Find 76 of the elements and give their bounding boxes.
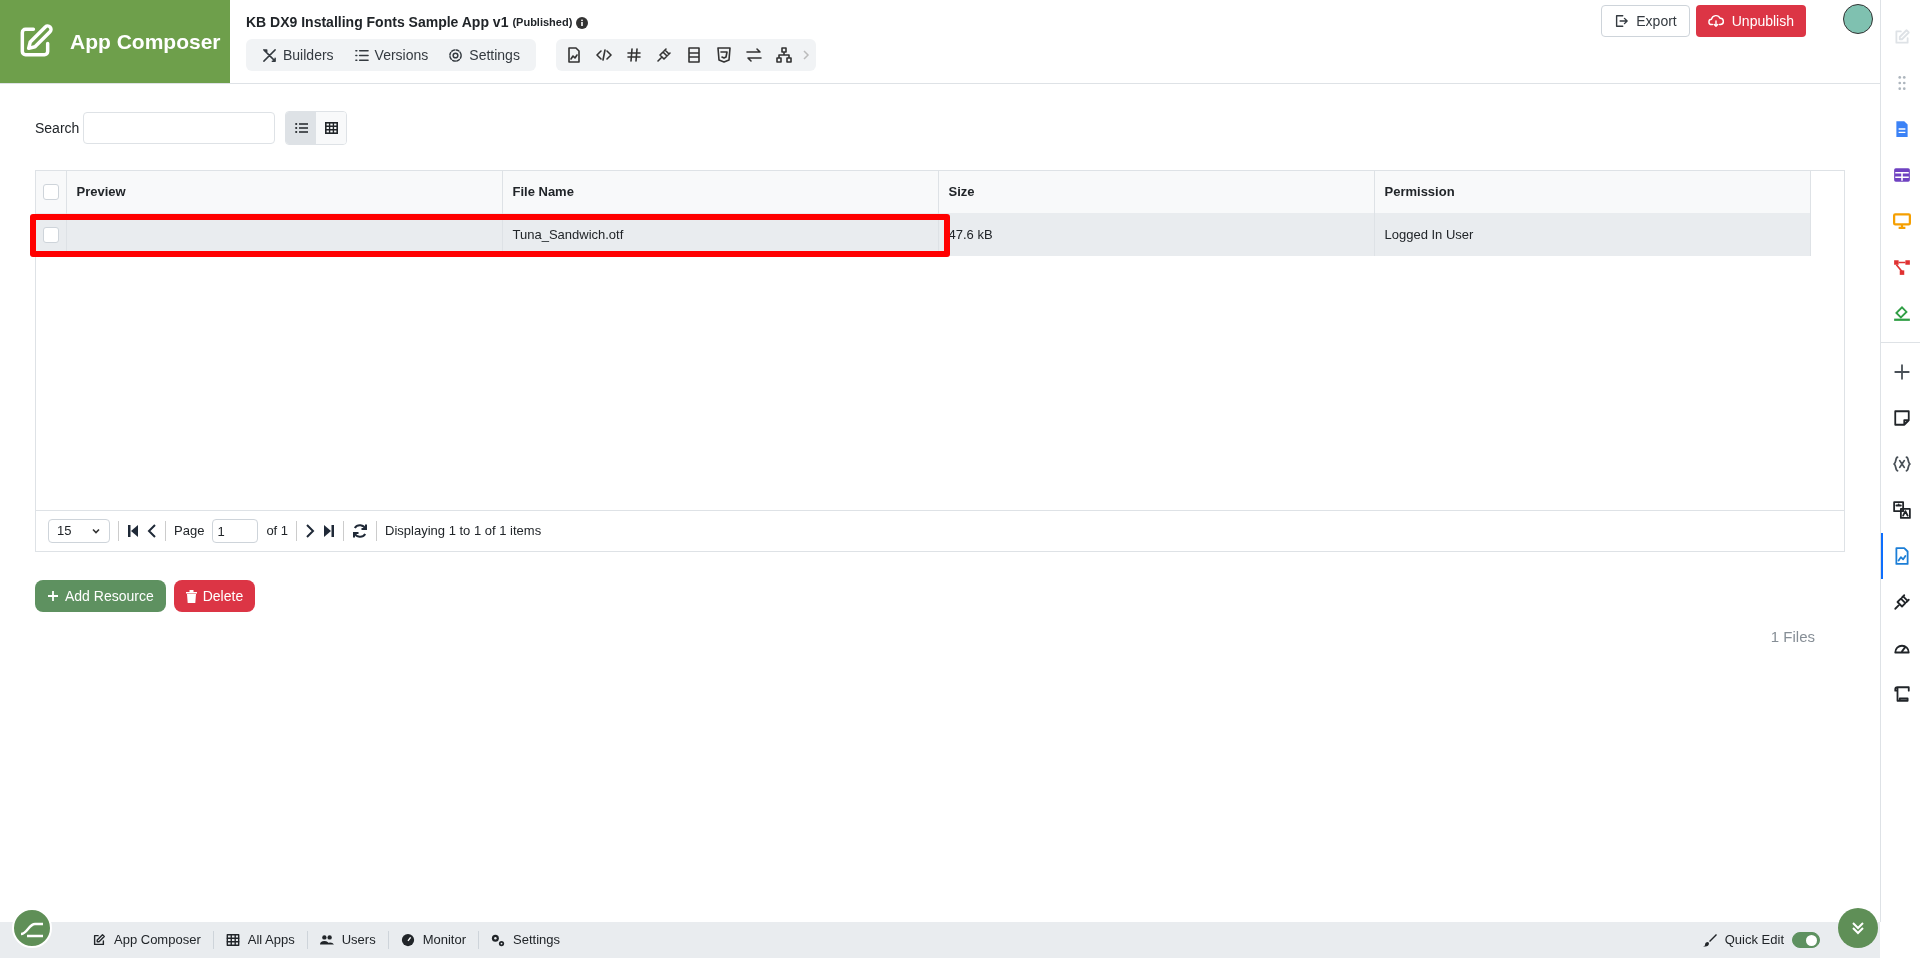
table-icon: [1892, 166, 1911, 184]
list-icon: [294, 122, 308, 134]
rows-icon[interactable]: [685, 47, 702, 63]
hash-icon[interactable]: [625, 47, 642, 63]
edit-icon: [92, 933, 106, 947]
app-name: KB DX9 Installing Fonts Sample App v1: [246, 13, 509, 32]
scroll-down-button[interactable]: [1838, 908, 1878, 948]
bottom-nav-item[interactable]: Settings: [479, 930, 572, 950]
bottom-nav-item[interactable]: Users: [307, 930, 388, 950]
settings-icon: [448, 47, 464, 63]
info-icon[interactable]: [576, 16, 589, 29]
variable-icon: [1892, 455, 1911, 473]
publish-status: (Published): [512, 15, 573, 31]
file-chart-icon[interactable]: [565, 47, 582, 63]
quick-edit-label: Quick Edit: [1724, 931, 1784, 950]
logo-icon[interactable]: [12, 908, 52, 948]
checkbox[interactable]: [43, 226, 59, 243]
delete-button[interactable]: Delete: [173, 580, 256, 612]
page-label: Page: [174, 522, 205, 541]
search-field[interactable]: [83, 112, 276, 144]
list-view-button[interactable]: [286, 112, 317, 144]
plug-icon[interactable]: [655, 47, 672, 63]
monitor-icon: [1892, 212, 1911, 230]
previous-page-icon[interactable]: [147, 524, 157, 538]
app-title: App Composer: [70, 28, 221, 55]
page-number-field[interactable]: 1: [212, 519, 259, 543]
scroll-icon: [1892, 685, 1911, 703]
export-button[interactable]: Export: [1601, 5, 1690, 37]
list-icon: [353, 47, 369, 63]
search-label: Search: [35, 118, 80, 138]
add-resource-button[interactable]: Add Resource: [35, 580, 166, 612]
first-page-icon[interactable]: [127, 524, 139, 538]
gauge-icon: [400, 933, 415, 947]
edit-icon: [1892, 28, 1911, 46]
html-icon[interactable]: [715, 47, 732, 63]
plus-icon: [47, 590, 59, 602]
grid-view-button[interactable]: [316, 112, 347, 144]
plug-icon: [1892, 593, 1911, 611]
pagination-summary: Displaying 1 to 1 of 1 items: [385, 522, 542, 541]
sitemap-icon[interactable]: [775, 47, 792, 63]
bottom-nav-item[interactable]: Monitor: [388, 930, 478, 950]
cloud-icon: [1707, 14, 1724, 28]
code-icon[interactable]: [595, 47, 612, 63]
nav-tab[interactable]: Builders: [254, 44, 342, 66]
trash-icon: [185, 589, 197, 603]
double-chevron-down-icon: [1851, 921, 1865, 935]
refresh-icon[interactable]: [352, 523, 369, 539]
table-cell: 47.6 kB: [938, 213, 1374, 256]
table-cell: Logged In User: [1374, 213, 1810, 256]
paint-bucket-icon: [1892, 304, 1911, 322]
grid-icon: [225, 933, 240, 947]
bottom-nav-item[interactable]: All Apps: [213, 930, 307, 950]
grid-icon: [324, 122, 338, 134]
users-icon: [319, 933, 334, 947]
flowchart-icon: [1892, 258, 1911, 276]
last-page-icon[interactable]: [323, 524, 336, 538]
sticky-note-icon: [1892, 409, 1911, 427]
tools-icon: [262, 47, 277, 63]
nav-tab[interactable]: Versions: [345, 44, 437, 66]
file-count: 1 Files: [1770, 627, 1815, 647]
brush-icon: [1702, 933, 1717, 947]
next-page-icon[interactable]: [305, 524, 316, 538]
translate-icon: [1892, 501, 1911, 519]
file-chart-icon: [1892, 547, 1911, 565]
nav-tab[interactable]: Settings: [440, 44, 528, 66]
page-size-select[interactable]: 15: [48, 519, 110, 543]
quick-edit-toggle[interactable]: [1792, 932, 1820, 948]
plus-icon: [1892, 363, 1911, 381]
chevron-down-icon: [91, 526, 101, 536]
unpublish-button[interactable]: Unpublish: [1695, 5, 1806, 37]
user-avatar[interactable]: [1843, 4, 1873, 34]
checkbox[interactable]: [43, 184, 59, 200]
swap-arrows-icon[interactable]: [745, 47, 762, 63]
bottom-nav-item[interactable]: App Composer: [80, 930, 213, 950]
page-count: of 1: [266, 522, 289, 541]
export-icon: [1614, 14, 1629, 28]
